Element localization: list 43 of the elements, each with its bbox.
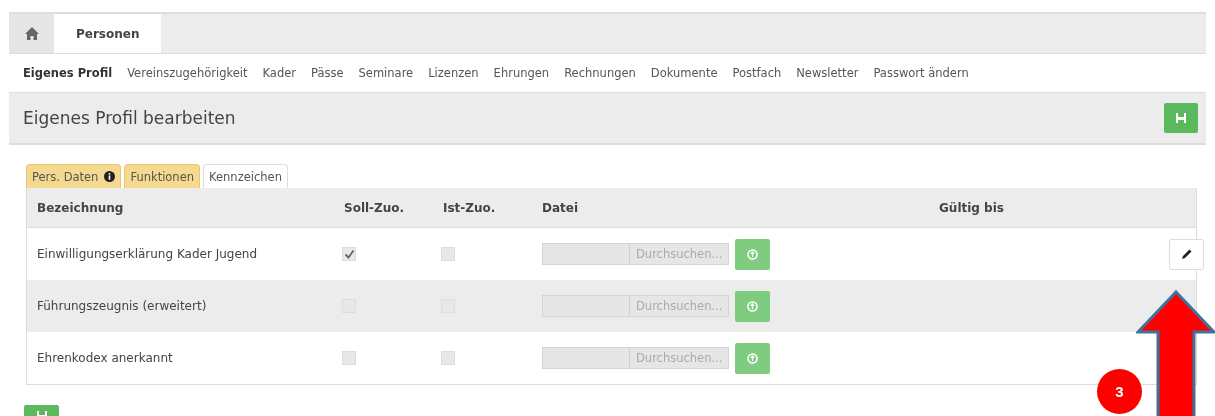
column-header: Gültig bis [938, 200, 1005, 215]
table-cell-text: Einwilligungserklärung Kader Jugend [36, 247, 259, 261]
save-icon [1175, 112, 1187, 124]
save-button[interactable] [1164, 103, 1198, 133]
pencil-icon [1180, 248, 1193, 260]
nav-link[interactable]: Lizenzen [428, 66, 479, 80]
nav-link[interactable]: Postfach [732, 66, 782, 80]
nav-link[interactable]: Kader [262, 66, 296, 80]
checkbox[interactable] [342, 247, 356, 261]
upload-icon [747, 248, 759, 260]
upload-button[interactable] [735, 238, 771, 270]
tab[interactable]: Pers. Daten [26, 164, 122, 188]
nav-link[interactable]: Seminare [358, 66, 414, 80]
nav-link[interactable]: Dokumente [650, 66, 718, 80]
upload-button[interactable] [735, 342, 771, 374]
page-title: Eigenes Profil bearbeiten [23, 108, 236, 128]
nav-link[interactable]: Vereinszugehörigkeit [127, 66, 248, 80]
table-cell-text: Ehrenkodex anerkannt [36, 351, 174, 365]
nav-link[interactable]: Newsletter [796, 66, 859, 80]
tab[interactable]: Funktionen [124, 164, 201, 188]
column-header: Bezeichnung [36, 200, 125, 215]
edit-button[interactable] [1169, 238, 1204, 270]
nav-link[interactable]: Pässe [311, 66, 344, 80]
upload-button[interactable] [735, 290, 771, 322]
nav-link[interactable]: Eigenes Profil [23, 66, 113, 80]
column-header: Datei [541, 200, 580, 215]
info-icon [104, 171, 116, 182]
nav-link[interactable]: Passwort ändern [873, 66, 969, 80]
checkbox[interactable] [441, 351, 455, 365]
nav-tab[interactable]: Personen [54, 14, 162, 53]
checkbox[interactable] [342, 351, 356, 365]
upload-icon [747, 352, 759, 364]
table-cell-text: Führungszeugnis (erweitert) [36, 299, 208, 313]
home-icon [24, 27, 39, 40]
column-header: Soll-Zuo. [343, 200, 406, 215]
tab[interactable]: Kennzeichen [203, 164, 288, 188]
save-button[interactable] [24, 405, 59, 416]
nav-link[interactable]: Rechnungen [564, 66, 636, 80]
upload-icon [747, 300, 759, 312]
column-header: Ist-Zuo. [442, 200, 497, 215]
nav-link[interactable]: Ehrungen [493, 66, 550, 80]
home-tab[interactable] [9, 14, 54, 53]
checkbox[interactable] [441, 247, 455, 261]
